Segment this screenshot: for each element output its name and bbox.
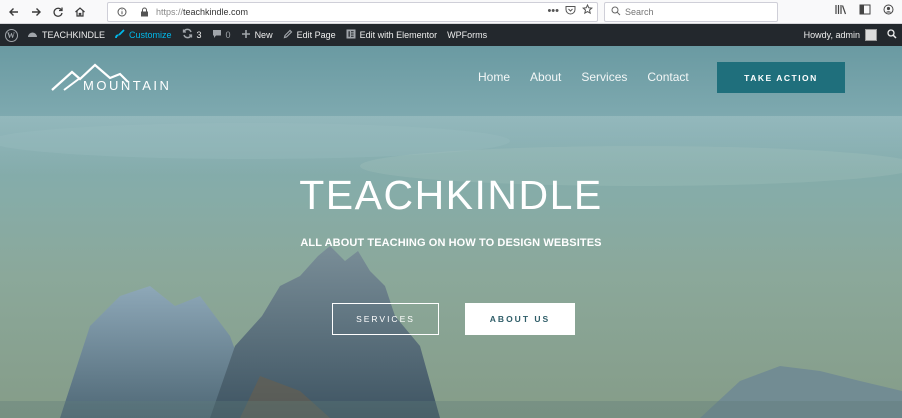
lock-icon[interactable] [136,7,152,17]
wp-site-name[interactable]: TEACHKINDLE [22,24,110,46]
url-protocol: https:// [156,7,184,17]
wp-edit-page-label: Edit Page [296,30,336,40]
about-us-button[interactable]: ABOUT US [465,303,575,335]
services-button[interactable]: SERVICES [332,303,439,335]
wp-updates[interactable]: 3 [177,24,207,46]
hero-section: MOUNTAIN Home About Services Contact TAK… [0,46,902,418]
wp-search[interactable] [882,24,902,46]
info-icon[interactable] [114,7,130,17]
pencil-icon [283,29,293,42]
reload-icon[interactable] [47,1,69,23]
comment-icon [212,29,222,42]
take-action-button[interactable]: TAKE ACTION [717,62,845,93]
hero-title: TEACHKINDLE [299,172,603,218]
url-host: teachkindle.com [183,7,249,17]
site-nav: Home About Services Contact [478,70,689,84]
wp-wpforms[interactable]: WPForms [442,24,492,46]
wp-customize-label: Customize [129,30,172,40]
avatar [865,29,877,41]
wp-account[interactable]: Howdy, admin [799,24,882,46]
wp-howdy-label: Howdy, admin [803,30,860,40]
back-icon[interactable] [3,1,25,23]
account-icon[interactable] [883,4,894,18]
url-bar[interactable]: https://teachkindle.com ••• [107,2,598,22]
dashboard-icon [27,29,38,41]
nav-contact[interactable]: Contact [647,70,688,84]
nav-about[interactable]: About [530,70,561,84]
wp-comments[interactable]: 0 [207,24,236,46]
wp-edit-elementor-label: Edit with Elementor [359,30,438,40]
elementor-icon [346,29,356,42]
sidebar-icon[interactable] [859,4,871,18]
browser-toolbar: https://teachkindle.com ••• [0,0,902,24]
url-text: https://teachkindle.com [156,7,248,17]
browser-search-box[interactable] [604,2,778,22]
wp-edit-elementor[interactable]: Edit with Elementor [341,24,443,46]
pocket-icon[interactable] [565,5,576,18]
forward-icon[interactable] [25,1,47,23]
wp-wpforms-label: WPForms [447,30,488,40]
library-icon[interactable] [835,4,847,18]
wp-search-icon [887,29,897,41]
bookmark-star-icon[interactable] [581,3,594,18]
nav-services[interactable]: Services [581,70,627,84]
wordpress-logo-icon[interactable]: W [0,24,22,46]
wp-new[interactable]: New [236,24,278,46]
paintbrush-icon [115,28,125,42]
wp-customize[interactable]: Customize [110,24,177,46]
search-icon [611,6,621,19]
hero-subtitle: ALL ABOUT TEACHING ON HOW TO DESIGN WEBS… [300,237,602,249]
wp-new-label: New [254,30,273,40]
home-icon[interactable] [69,1,91,23]
wp-updates-count: 3 [196,30,202,40]
nav-home[interactable]: Home [478,70,510,84]
updates-icon [182,28,193,42]
site-logo[interactable]: MOUNTAIN [50,62,180,98]
logo-text: MOUNTAIN [83,78,172,93]
search-input[interactable] [625,7,765,17]
wp-site-name-label: TEACHKINDLE [42,30,106,40]
mountain-background-image [0,116,902,418]
wp-admin-bar: W TEACHKINDLE Customize 3 0 New Edit Pag… [0,24,902,46]
wp-edit-page[interactable]: Edit Page [278,24,341,46]
wp-comments-count: 0 [225,30,231,40]
plus-icon [241,29,251,42]
page-actions-icon[interactable]: ••• [547,5,559,17]
